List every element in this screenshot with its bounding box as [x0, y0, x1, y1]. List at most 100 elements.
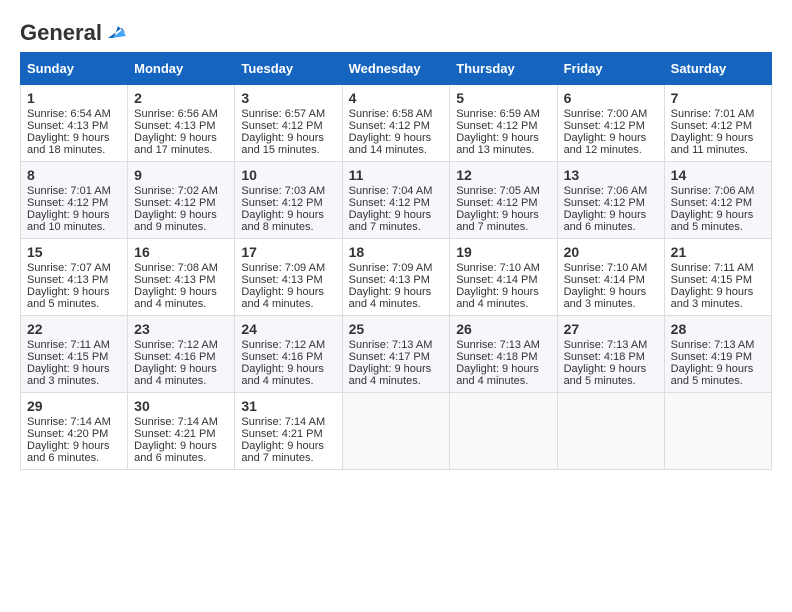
sunset-label: Sunset: 4:12 PM [241, 197, 322, 209]
calendar-cell: 22Sunrise: 7:11 AMSunset: 4:15 PMDayligh… [21, 316, 128, 393]
calendar-cell: 30 Sunrise: 7:14 AMSunset: 4:21 PMDayligh… [128, 393, 235, 470]
day-number: 26 [456, 321, 550, 337]
day-number: 5 [456, 90, 550, 106]
daylight-label: Daylight: 9 hours and 7 minutes. [349, 209, 432, 233]
calendar-cell: 11Sunrise: 7:04 AMSunset: 4:12 PMDayligh… [342, 162, 450, 239]
daylight-label: Daylight: 9 hours and 4 minutes. [241, 286, 324, 310]
daylight-label: Daylight: 9 hours and 6 minutes. [134, 440, 217, 464]
sunrise-label: Sunrise: 7:14 AM [241, 416, 325, 428]
calendar-cell [450, 393, 557, 470]
sunset-label: Sunset: 4:19 PM [671, 351, 752, 363]
calendar-cell: 1Sunrise: 6:54 AMSunset: 4:13 PMDaylight… [21, 85, 128, 162]
day-number: 1 [27, 90, 121, 106]
day-number: 20 [564, 244, 658, 260]
daylight-label: Daylight: 9 hours and 9 minutes. [134, 209, 217, 233]
sunrise-label: Sunrise: 7:14 AM [134, 416, 218, 428]
daylight-label: Daylight: 9 hours and 6 minutes. [27, 440, 110, 464]
day-number: 7 [671, 90, 765, 106]
daylight-label: Daylight: 9 hours and 6 minutes. [564, 209, 647, 233]
header: General [20, 20, 772, 42]
daylight-label: Daylight: 9 hours and 5 minutes. [671, 209, 754, 233]
sunset-label: Sunset: 4:20 PM [27, 428, 108, 440]
sunrise-label: Sunrise: 7:11 AM [671, 262, 754, 274]
daylight-label: Daylight: 9 hours and 17 minutes. [134, 132, 217, 156]
day-number: 6 [564, 90, 658, 106]
calendar-cell: 27Sunrise: 7:13 AMSunset: 4:18 PMDayligh… [557, 316, 664, 393]
calendar-cell: 5Sunrise: 6:59 AMSunset: 4:12 PMDaylight… [450, 85, 557, 162]
day-number: 24 [241, 321, 335, 337]
calendar-cell: 25Sunrise: 7:13 AMSunset: 4:17 PMDayligh… [342, 316, 450, 393]
day-number: 31 [241, 398, 335, 414]
day-number: 3 [241, 90, 335, 106]
sunrise-label: Sunrise: 6:58 AM [349, 108, 433, 120]
sunset-label: Sunset: 4:18 PM [564, 351, 645, 363]
calendar-week-row: 1 Sunrise: 6:54 AMSunset: 4:13 PM Daylight… [21, 85, 772, 162]
sunset-label: Sunset: 4:12 PM [241, 120, 322, 132]
calendar-cell: 15Sunrise: 7:07 AMSunset: 4:13 PMDayligh… [21, 239, 128, 316]
day-number: 10 [241, 167, 335, 183]
daylight-label: Daylight: 9 hours and 4 minutes. [349, 286, 432, 310]
sunrise-label: Sunrise: 7:08 AM [134, 262, 218, 274]
calendar-week-row: 8Sunrise: 7:01 AMSunset: 4:12 PMDaylight… [21, 162, 772, 239]
sunset-label: Sunset: 4:12 PM [456, 120, 537, 132]
calendar-cell: 17Sunrise: 7:09 AMSunset: 4:13 PMDayligh… [235, 239, 342, 316]
daylight-label: Daylight: 9 hours and 12 minutes. [564, 132, 647, 156]
sunrise-label: Sunrise: 7:00 AM [564, 108, 648, 120]
sunrise-label: Sunrise: 6:56 AM [134, 108, 218, 120]
weekday-header-row: SundayMondayTuesdayWednesdayThursdayFrid… [21, 53, 772, 85]
day-number: 28 [671, 321, 765, 337]
sunset-label: Sunset: 4:12 PM [27, 197, 108, 209]
calendar-cell: 21Sunrise: 7:11 AMSunset: 4:15 PMDayligh… [664, 239, 771, 316]
weekday-header-friday: Friday [557, 53, 664, 85]
calendar-cell: 3Sunrise: 6:57 AMSunset: 4:12 PMDaylight… [235, 85, 342, 162]
calendar-cell: 18Sunrise: 7:09 AMSunset: 4:13 PMDayligh… [342, 239, 450, 316]
sunset-label: Sunset: 4:18 PM [456, 351, 537, 363]
sunset-label: Sunset: 4:12 PM [671, 197, 752, 209]
sunset-label: Sunset: 4:13 PM [27, 120, 108, 132]
sunset-label: Sunset: 4:21 PM [241, 428, 322, 440]
calendar-cell [664, 393, 771, 470]
daylight-label: Daylight: 9 hours and 15 minutes. [241, 132, 324, 156]
daylight-label: Daylight: 9 hours and 4 minutes. [134, 286, 217, 310]
day-number: 9 [134, 167, 228, 183]
daylight-label: Daylight: 9 hours and 13 minutes. [456, 132, 539, 156]
sunrise-label: Sunrise: 7:14 AM [27, 416, 111, 428]
daylight-label: Daylight: 9 hours and 4 minutes. [134, 363, 217, 387]
sunrise-label: Sunrise: 7:10 AM [564, 262, 648, 274]
daylight-label: Daylight: 9 hours and 7 minutes. [241, 440, 324, 464]
sunset-label: Sunset: 4:12 PM [671, 120, 752, 132]
sunset-label: Sunset: 4:12 PM [456, 197, 537, 209]
logo: General [20, 20, 126, 42]
logo-icon [104, 20, 126, 42]
sunrise-label: Sunrise: 7:06 AM [564, 185, 648, 197]
sunset-label: Sunset: 4:16 PM [134, 351, 215, 363]
calendar-cell: 8Sunrise: 7:01 AMSunset: 4:12 PMDaylight… [21, 162, 128, 239]
daylight-label: Daylight: 9 hours and 3 minutes. [564, 286, 647, 310]
calendar-week-row: 22Sunrise: 7:11 AMSunset: 4:15 PMDayligh… [21, 316, 772, 393]
sunrise-label: Sunrise: 7:10 AM [456, 262, 540, 274]
calendar-week-row: 15Sunrise: 7:07 AMSunset: 4:13 PMDayligh… [21, 239, 772, 316]
calendar-cell: 23Sunrise: 7:12 AMSunset: 4:16 PMDayligh… [128, 316, 235, 393]
calendar-table: SundayMondayTuesdayWednesdayThursdayFrid… [20, 52, 772, 470]
calendar-cell: 10Sunrise: 7:03 AMSunset: 4:12 PMDayligh… [235, 162, 342, 239]
sunset-label: Sunset: 4:13 PM [134, 274, 215, 286]
day-number: 15 [27, 244, 121, 260]
sunset-label: Sunset: 4:21 PM [134, 428, 215, 440]
calendar-week-row: 29Sunrise: 7:14 AMSunset: 4:20 PMDayligh… [21, 393, 772, 470]
calendar-cell: 24Sunrise: 7:12 AMSunset: 4:16 PMDayligh… [235, 316, 342, 393]
sunrise-label: Sunrise: 7:12 AM [241, 339, 325, 351]
day-number: 30 [134, 398, 228, 414]
calendar-cell: 31 Sunrise: 7:14 AMSunset: 4:21 PMDayligh… [235, 393, 342, 470]
sunset-label: Sunset: 4:12 PM [564, 197, 645, 209]
weekday-header-tuesday: Tuesday [235, 53, 342, 85]
daylight-label: Daylight: 9 hours and 4 minutes. [241, 363, 324, 387]
daylight-label: Daylight: 9 hours and 4 minutes. [456, 363, 539, 387]
sunrise-label: Sunrise: 6:54 AM [27, 108, 111, 120]
sunset-label: Sunset: 4:12 PM [134, 197, 215, 209]
day-number: 12 [456, 167, 550, 183]
daylight-label: Daylight: 9 hours and 5 minutes. [564, 363, 647, 387]
day-number: 11 [349, 167, 444, 183]
calendar-cell [342, 393, 450, 470]
calendar-cell: 29Sunrise: 7:14 AMSunset: 4:20 PMDayligh… [21, 393, 128, 470]
calendar-cell: 19Sunrise: 7:10 AMSunset: 4:14 PMDayligh… [450, 239, 557, 316]
